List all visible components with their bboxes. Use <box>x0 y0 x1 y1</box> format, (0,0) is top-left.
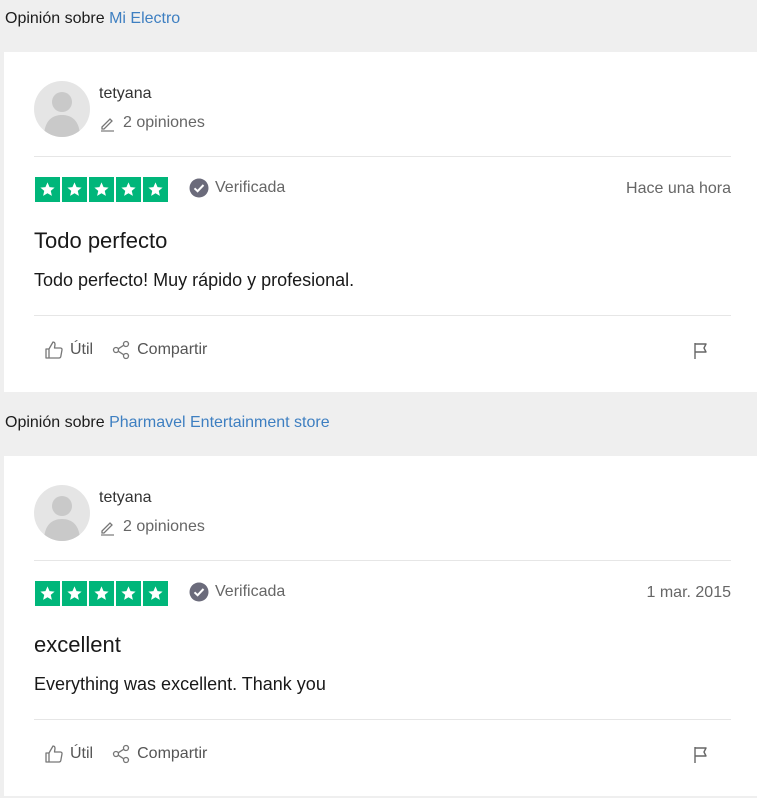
verified-label: Verificada <box>215 179 286 196</box>
review-header-prefix: Opinión sobre <box>5 414 105 431</box>
divider <box>34 719 731 720</box>
review-body: Todo perfecto! Muy rápido y profesional. <box>34 270 355 290</box>
pencil-icon <box>101 117 114 132</box>
reviewer-name[interactable]: tetyana <box>99 85 151 103</box>
share-icon <box>112 744 130 764</box>
star-rating <box>35 581 168 606</box>
review-actions: Útil Compartir <box>44 744 207 764</box>
star-rating <box>35 177 168 202</box>
divider <box>34 315 731 316</box>
thumbs-up-icon <box>45 745 63 763</box>
reviewer-name[interactable]: tetyana <box>99 489 151 507</box>
star-icon <box>62 177 87 202</box>
avatar-placeholder-icon <box>44 92 80 137</box>
divider <box>34 560 731 561</box>
avatar[interactable] <box>34 81 90 137</box>
review-card: tetyana 2 opiniones Verificada 1 mar. 20… <box>4 456 757 796</box>
review-body: Everything was excellent. Thank you <box>34 674 326 694</box>
thumbs-up-icon <box>45 341 63 359</box>
company-link[interactable]: Pharmavel Entertainment store <box>109 414 330 431</box>
review-actions: Útil Compartir <box>44 340 207 360</box>
report-flag-button[interactable] <box>693 342 709 365</box>
star-icon <box>143 177 168 202</box>
reviewer-review-count: 2 opiniones <box>99 114 205 132</box>
review-date: 1 mar. 2015 <box>646 584 732 601</box>
star-icon <box>35 177 60 202</box>
verified-check-icon <box>189 582 209 602</box>
pencil-icon <box>101 521 114 536</box>
share-button[interactable]: Compartir <box>111 744 207 764</box>
useful-label: Útil <box>70 341 94 358</box>
review-header-prefix: Opinión sobre <box>5 10 105 27</box>
review-section-header: Opinión sobre Mi Electro <box>0 0 757 39</box>
useful-button[interactable]: Útil <box>44 340 93 360</box>
star-icon <box>89 581 114 606</box>
useful-label: Útil <box>70 745 94 762</box>
star-icon <box>116 581 141 606</box>
review-title[interactable]: Todo perfecto <box>34 228 167 254</box>
share-icon <box>112 340 130 360</box>
star-icon <box>143 581 168 606</box>
verified-badge[interactable]: Verificada <box>189 178 285 198</box>
review-title[interactable]: excellent <box>34 632 121 658</box>
flag-icon <box>694 343 707 359</box>
avatar[interactable] <box>34 485 90 541</box>
flag-icon <box>694 747 707 763</box>
divider <box>34 156 731 157</box>
star-icon <box>116 177 141 202</box>
share-button[interactable]: Compartir <box>111 340 207 360</box>
company-link[interactable]: Mi Electro <box>109 10 180 27</box>
star-icon <box>89 177 114 202</box>
review-count-label: 2 opiniones <box>123 114 205 131</box>
review-section-header: Opinión sobre Pharmavel Entertainment st… <box>0 403 757 443</box>
verified-check-icon <box>189 178 209 198</box>
share-label: Compartir <box>137 341 208 358</box>
reviewer-review-count: 2 opiniones <box>99 518 205 536</box>
report-flag-button[interactable] <box>693 746 709 769</box>
review-date: Hace una hora <box>626 180 731 197</box>
star-icon <box>35 581 60 606</box>
review-count-label: 2 opiniones <box>123 518 205 535</box>
verified-badge[interactable]: Verificada <box>189 582 285 602</box>
star-icon <box>62 581 87 606</box>
useful-button[interactable]: Útil <box>44 744 93 764</box>
verified-label: Verificada <box>215 583 286 600</box>
share-label: Compartir <box>137 745 208 762</box>
avatar-placeholder-icon <box>44 496 80 541</box>
review-card: tetyana 2 opiniones Verificada Hace una … <box>4 52 757 392</box>
